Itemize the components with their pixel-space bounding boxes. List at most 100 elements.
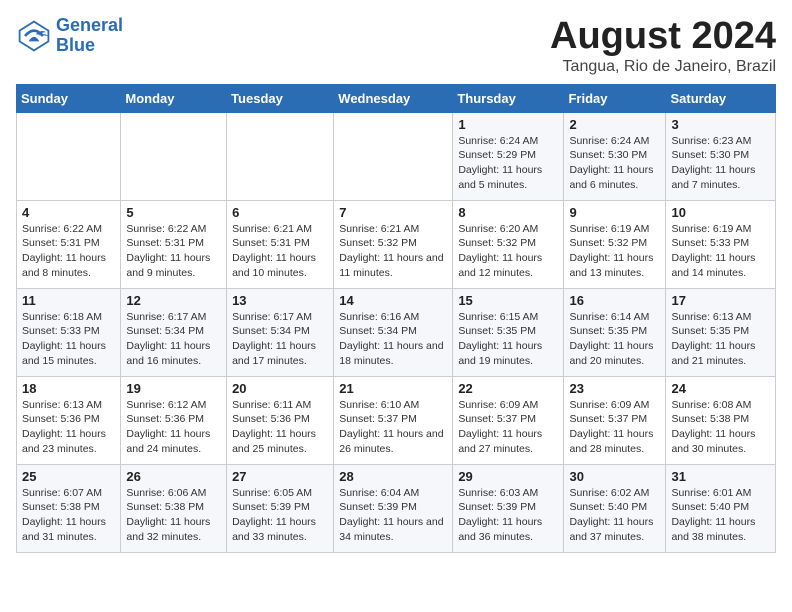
day-number: 30 [569, 469, 660, 484]
calendar-body: 1 Sunrise: 6:24 AM Sunset: 5:29 PM Daylig… [17, 112, 776, 552]
day-number: 13 [232, 293, 328, 308]
day-info: Sunrise: 6:09 AM Sunset: 5:37 PM Dayligh… [458, 398, 558, 457]
day-header-friday: Friday [564, 84, 666, 112]
week-row-3: 11 Sunrise: 6:18 AM Sunset: 5:33 PM Dayli… [17, 288, 776, 376]
day-number: 26 [126, 469, 221, 484]
day-cell: 11 Sunrise: 6:18 AM Sunset: 5:33 PM Dayli… [17, 288, 121, 376]
day-cell: 6 Sunrise: 6:21 AM Sunset: 5:31 PM Daylig… [227, 200, 334, 288]
week-row-4: 18Sunrise: 6:13 AM Sunset: 5:36 PM Dayli… [17, 376, 776, 464]
day-cell: 20 Sunrise: 6:11 AM Sunset: 5:36 PM Dayli… [227, 376, 334, 464]
day-number: 5 [126, 205, 221, 220]
subtitle: Tangua, Rio de Janeiro, Brazil [550, 58, 776, 76]
logo: General Blue [16, 16, 123, 56]
day-number: 8 [458, 205, 558, 220]
day-cell: 24 Sunrise: 6:08 AM Sunset: 5:38 PM Dayli… [666, 376, 776, 464]
day-number: 17 [671, 293, 770, 308]
days-header-row: SundayMondayTuesdayWednesdayThursdayFrid… [17, 84, 776, 112]
day-cell: 30 Sunrise: 6:02 AM Sunset: 5:40 PM Dayli… [564, 464, 666, 552]
day-number: 7 [339, 205, 447, 220]
logo-line2: Blue [56, 35, 95, 55]
day-cell: 1 Sunrise: 6:24 AM Sunset: 5:29 PM Daylig… [453, 112, 564, 200]
day-info: Sunrise: 6:11 AM Sunset: 5:36 PM Dayligh… [232, 398, 328, 457]
day-cell: 29 Sunrise: 6:03 AM Sunset: 5:39 PM Dayli… [453, 464, 564, 552]
day-info: Sunrise: 6:24 AM Sunset: 5:29 PM Dayligh… [458, 134, 558, 193]
title-block: August 2024 Tangua, Rio de Janeiro, Braz… [550, 16, 776, 76]
day-info: Sunrise: 6:01 AM Sunset: 5:40 PM Dayligh… [671, 486, 770, 545]
day-cell: 19 Sunrise: 6:12 AM Sunset: 5:36 PM Dayli… [121, 376, 227, 464]
day-cell: 18Sunrise: 6:13 AM Sunset: 5:36 PM Dayli… [17, 376, 121, 464]
day-info: Sunrise: 6:13 AM Sunset: 5:35 PM Dayligh… [671, 310, 770, 369]
day-number: 20 [232, 381, 328, 396]
day-cell: 13 Sunrise: 6:17 AM Sunset: 5:34 PM Dayli… [227, 288, 334, 376]
day-info: Sunrise: 6:02 AM Sunset: 5:40 PM Dayligh… [569, 486, 660, 545]
day-header-wednesday: Wednesday [334, 84, 453, 112]
day-cell: 8Sunrise: 6:20 AM Sunset: 5:32 PM Daylig… [453, 200, 564, 288]
day-cell: 25 Sunrise: 6:07 AM Sunset: 5:38 PM Dayli… [17, 464, 121, 552]
day-header-monday: Monday [121, 84, 227, 112]
day-number: 23 [569, 381, 660, 396]
day-info: Sunrise: 6:14 AM Sunset: 5:35 PM Dayligh… [569, 310, 660, 369]
day-cell: 31 Sunrise: 6:01 AM Sunset: 5:40 PM Dayli… [666, 464, 776, 552]
day-info: Sunrise: 6:16 AM Sunset: 5:34 PM Dayligh… [339, 310, 447, 369]
week-row-5: 25 Sunrise: 6:07 AM Sunset: 5:38 PM Dayli… [17, 464, 776, 552]
day-number: 18 [22, 381, 115, 396]
day-cell: 5 Sunrise: 6:22 AM Sunset: 5:31 PM Daylig… [121, 200, 227, 288]
header: General Blue August 2024 Tangua, Rio de … [16, 16, 776, 76]
logo-icon [16, 18, 52, 54]
week-row-2: 4 Sunrise: 6:22 AM Sunset: 5:31 PM Daylig… [17, 200, 776, 288]
day-info: Sunrise: 6:12 AM Sunset: 5:36 PM Dayligh… [126, 398, 221, 457]
day-cell: 7 Sunrise: 6:21 AM Sunset: 5:32 PM Daylig… [334, 200, 453, 288]
day-info: Sunrise: 6:19 AM Sunset: 5:32 PM Dayligh… [569, 222, 660, 281]
day-info: Sunrise: 6:23 AM Sunset: 5:30 PM Dayligh… [671, 134, 770, 193]
day-info: Sunrise: 6:24 AM Sunset: 5:30 PM Dayligh… [569, 134, 660, 193]
day-cell: 14 Sunrise: 6:16 AM Sunset: 5:34 PM Dayli… [334, 288, 453, 376]
day-cell [121, 112, 227, 200]
week-row-1: 1 Sunrise: 6:24 AM Sunset: 5:29 PM Daylig… [17, 112, 776, 200]
day-number: 1 [458, 117, 558, 132]
day-number: 29 [458, 469, 558, 484]
day-info: Sunrise: 6:08 AM Sunset: 5:38 PM Dayligh… [671, 398, 770, 457]
day-cell: 22Sunrise: 6:09 AM Sunset: 5:37 PM Dayli… [453, 376, 564, 464]
day-number: 25 [22, 469, 115, 484]
day-info: Sunrise: 6:03 AM Sunset: 5:39 PM Dayligh… [458, 486, 558, 545]
day-number: 14 [339, 293, 447, 308]
day-cell: 10Sunrise: 6:19 AM Sunset: 5:33 PM Dayli… [666, 200, 776, 288]
day-info: Sunrise: 6:15 AM Sunset: 5:35 PM Dayligh… [458, 310, 558, 369]
day-info: Sunrise: 6:17 AM Sunset: 5:34 PM Dayligh… [126, 310, 221, 369]
day-info: Sunrise: 6:22 AM Sunset: 5:31 PM Dayligh… [22, 222, 115, 281]
day-cell: 3 Sunrise: 6:23 AM Sunset: 5:30 PM Daylig… [666, 112, 776, 200]
day-number: 4 [22, 205, 115, 220]
day-number: 21 [339, 381, 447, 396]
day-cell [334, 112, 453, 200]
day-info: Sunrise: 6:07 AM Sunset: 5:38 PM Dayligh… [22, 486, 115, 545]
day-cell [17, 112, 121, 200]
day-info: Sunrise: 6:05 AM Sunset: 5:39 PM Dayligh… [232, 486, 328, 545]
day-header-saturday: Saturday [666, 84, 776, 112]
day-cell: 4 Sunrise: 6:22 AM Sunset: 5:31 PM Daylig… [17, 200, 121, 288]
day-number: 11 [22, 293, 115, 308]
day-number: 6 [232, 205, 328, 220]
day-info: Sunrise: 6:21 AM Sunset: 5:31 PM Dayligh… [232, 222, 328, 281]
day-cell: 16Sunrise: 6:14 AM Sunset: 5:35 PM Dayli… [564, 288, 666, 376]
day-cell: 15Sunrise: 6:15 AM Sunset: 5:35 PM Dayli… [453, 288, 564, 376]
day-cell: 17 Sunrise: 6:13 AM Sunset: 5:35 PM Dayli… [666, 288, 776, 376]
day-cell: 26Sunrise: 6:06 AM Sunset: 5:38 PM Dayli… [121, 464, 227, 552]
day-cell: 2Sunrise: 6:24 AM Sunset: 5:30 PM Daylig… [564, 112, 666, 200]
day-info: Sunrise: 6:21 AM Sunset: 5:32 PM Dayligh… [339, 222, 447, 281]
day-info: Sunrise: 6:09 AM Sunset: 5:37 PM Dayligh… [569, 398, 660, 457]
day-number: 31 [671, 469, 770, 484]
day-info: Sunrise: 6:18 AM Sunset: 5:33 PM Dayligh… [22, 310, 115, 369]
day-cell: 28Sunrise: 6:04 AM Sunset: 5:39 PM Dayli… [334, 464, 453, 552]
day-number: 3 [671, 117, 770, 132]
day-info: Sunrise: 6:04 AM Sunset: 5:39 PM Dayligh… [339, 486, 447, 545]
day-number: 12 [126, 293, 221, 308]
day-header-sunday: Sunday [17, 84, 121, 112]
day-header-thursday: Thursday [453, 84, 564, 112]
day-number: 24 [671, 381, 770, 396]
day-info: Sunrise: 6:17 AM Sunset: 5:34 PM Dayligh… [232, 310, 328, 369]
day-number: 19 [126, 381, 221, 396]
day-header-tuesday: Tuesday [227, 84, 334, 112]
day-cell [227, 112, 334, 200]
day-cell: 9Sunrise: 6:19 AM Sunset: 5:32 PM Daylig… [564, 200, 666, 288]
day-info: Sunrise: 6:22 AM Sunset: 5:31 PM Dayligh… [126, 222, 221, 281]
